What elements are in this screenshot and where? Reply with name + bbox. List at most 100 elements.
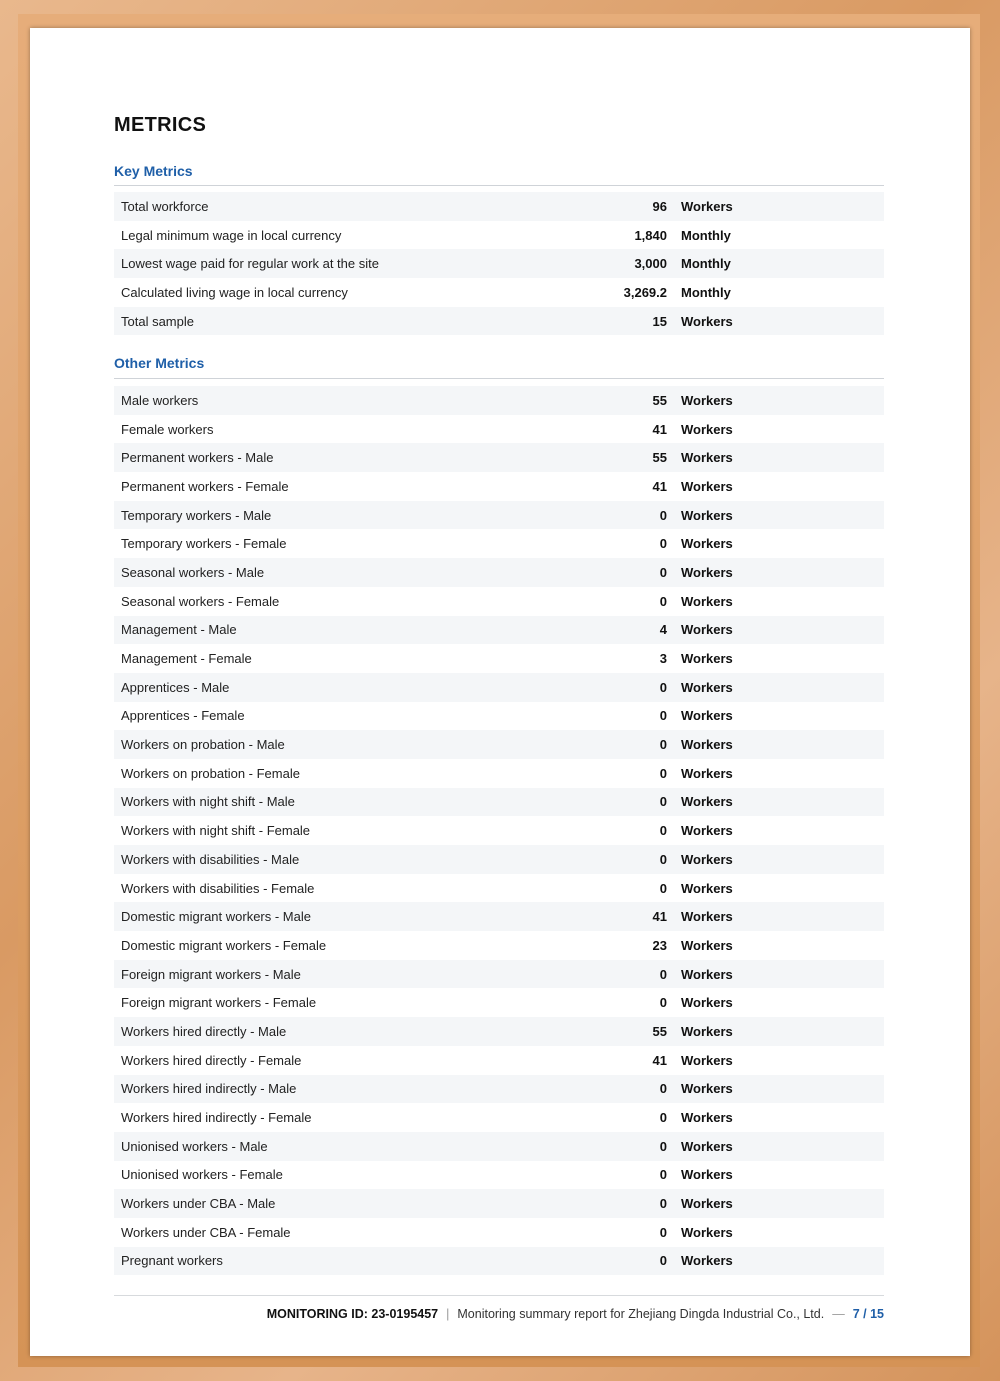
metric-unit: Workers — [681, 679, 733, 695]
metric-label: Lowest wage paid for regular work at the… — [121, 256, 379, 272]
key-metrics-divider — [114, 185, 884, 186]
metric-unit: Workers — [681, 966, 733, 982]
table-row: Workers under CBA - Male 0 Workers — [114, 1189, 884, 1218]
metric-unit: Workers — [681, 622, 733, 638]
table-row: Management - Male 4 Workers — [114, 615, 884, 645]
metric-label: Apprentices - Female — [121, 708, 245, 724]
metric-label: Workers hired directly - Female — [121, 1052, 302, 1068]
metric-label: Workers with disabilities - Male — [121, 851, 300, 867]
metric-label: Management - Female — [121, 651, 252, 667]
metric-label: Workers hired indirectly - Female — [121, 1110, 312, 1126]
metric-label: Temporary workers - Male — [121, 507, 272, 523]
metric-value: 0 — [659, 1253, 667, 1269]
table-row: Workers with night shift - Male 0 Workers — [114, 787, 884, 817]
metric-value: 0 — [659, 679, 667, 695]
metric-value: 41 — [652, 1052, 667, 1068]
table-row: Workers under CBA - Female 0 Workers — [114, 1218, 884, 1247]
footer-dash: — — [832, 1307, 845, 1321]
footer-divider — [114, 1295, 884, 1296]
metric-unit: Workers — [681, 737, 733, 753]
table-row: Total sample 15 Workers — [114, 306, 884, 336]
metric-value: 0 — [659, 794, 667, 810]
metric-value: 0 — [659, 1224, 667, 1240]
metric-value: 3,269.2 — [623, 284, 667, 300]
metric-value: 0 — [659, 1110, 667, 1126]
key-metrics-heading: Key Metrics — [114, 163, 193, 179]
metric-value: 15 — [652, 313, 667, 329]
metric-value: 0 — [659, 564, 667, 580]
metric-unit: Workers — [681, 536, 733, 552]
metric-unit: Monthly — [681, 284, 731, 300]
metric-unit: Workers — [681, 880, 733, 896]
table-row: Lowest wage paid for regular work at the… — [114, 249, 884, 279]
table-row: Workers with disabilities - Female 0 Worke… — [114, 874, 884, 903]
metric-label: Female workers — [121, 421, 214, 437]
metric-unit: Workers — [681, 765, 733, 781]
metric-label: Seasonal workers - Female — [121, 593, 280, 609]
metric-value: 0 — [659, 880, 667, 896]
report-title: Monitoring summary report for Zhejiang D… — [457, 1307, 825, 1321]
metric-label: Workers with disabilities - Female — [121, 880, 315, 896]
table-row: Unionised workers - Male 0 Workers — [114, 1131, 884, 1161]
metric-value: 55 — [652, 450, 667, 466]
page-number: 7 / 15 — [852, 1307, 884, 1321]
table-row: Domestic migrant workers - Female 23 Worke… — [114, 931, 884, 960]
table-row: Temporary workers - Female 0 Workers — [114, 529, 884, 558]
metric-unit: Workers — [681, 1167, 733, 1183]
table-row: Seasonal workers - Male 0 Workers — [114, 558, 884, 587]
metric-label: Workers hired directly - Male — [121, 1023, 287, 1039]
metric-unit: Workers — [681, 198, 733, 214]
table-row: Seasonal workers - Female 0 Workers — [114, 587, 884, 616]
metric-label: Workers with night shift - Female — [121, 823, 311, 839]
metric-value: 3,000 — [634, 256, 667, 272]
metric-value: 0 — [659, 1081, 667, 1097]
table-row: Workers on probation - Male 0 Workers — [114, 730, 884, 759]
metric-label: Workers with night shift - Male — [121, 794, 295, 810]
metric-value: 0 — [659, 1138, 667, 1154]
table-row: Workers hired directly - Male 55 Workers — [114, 1017, 884, 1046]
table-row: Workers hired indirectly - Male 0 Workers — [114, 1074, 884, 1104]
metric-value: 0 — [659, 823, 667, 839]
metric-label: Unionised workers - Female — [121, 1167, 283, 1183]
metric-value: 96 — [652, 198, 667, 214]
other-metrics-table: Male workers 55 Workers Female workers 41 Wor… — [114, 386, 884, 1276]
table-row: Foreign migrant workers - Female 0 Workers — [114, 988, 884, 1017]
table-row: Workers with disabilities - Male 0 Workers — [114, 845, 884, 874]
metric-unit: Workers — [681, 651, 733, 667]
metric-label: Legal minimum wage in local currency — [121, 227, 342, 243]
metric-label: Workers on probation - Female — [121, 765, 300, 781]
table-row: Pregnant workers 0 Workers — [114, 1246, 884, 1276]
metric-label: Domestic migrant workers - Male — [121, 909, 311, 925]
metric-value: 0 — [659, 966, 667, 982]
table-row: Legal minimum wage in local currency 1,84… — [114, 221, 884, 250]
metric-unit: Monthly — [681, 256, 731, 272]
metric-label: Total workforce — [121, 198, 209, 214]
metric-label: Seasonal workers - Male — [121, 564, 265, 580]
metric-value: 1,840 — [634, 227, 667, 243]
metric-unit: Workers — [681, 1023, 733, 1039]
metric-unit: Workers — [681, 995, 733, 1011]
table-row: Workers on probation - Female 0 Workers — [114, 759, 884, 788]
page-footer: MONITORING ID: 23-0195457 | Monitoring sum… — [267, 1307, 884, 1321]
footer-separator: | — [446, 1307, 450, 1321]
metric-unit: Workers — [681, 478, 733, 494]
table-row: Calculated living wage in local currency… — [114, 278, 884, 307]
metric-value: 0 — [659, 737, 667, 753]
metric-value: 41 — [652, 909, 667, 925]
metric-value: 41 — [652, 421, 667, 437]
table-row: Apprentices - Female 0 Workers — [114, 702, 884, 731]
metric-unit: Workers — [681, 823, 733, 839]
metric-label: Workers on probation - Male — [121, 737, 285, 753]
metric-unit: Workers — [681, 564, 733, 580]
table-row: Total workforce 96 Workers — [114, 192, 884, 221]
table-row: Domestic migrant workers - Male 41 Workers — [114, 902, 884, 932]
metric-value: 0 — [659, 708, 667, 724]
metric-label: Workers under CBA - Female — [121, 1224, 291, 1240]
metric-unit: Workers — [681, 507, 733, 523]
metric-label: Domestic migrant workers - Female — [121, 937, 327, 953]
metric-label: Foreign migrant workers - Female — [121, 995, 317, 1011]
document-page: METRICS Key Metrics Total workforce 96 Wor… — [30, 28, 970, 1356]
metric-value: 0 — [659, 593, 667, 609]
metric-unit: Workers — [681, 421, 733, 437]
metric-unit: Workers — [681, 1138, 733, 1154]
